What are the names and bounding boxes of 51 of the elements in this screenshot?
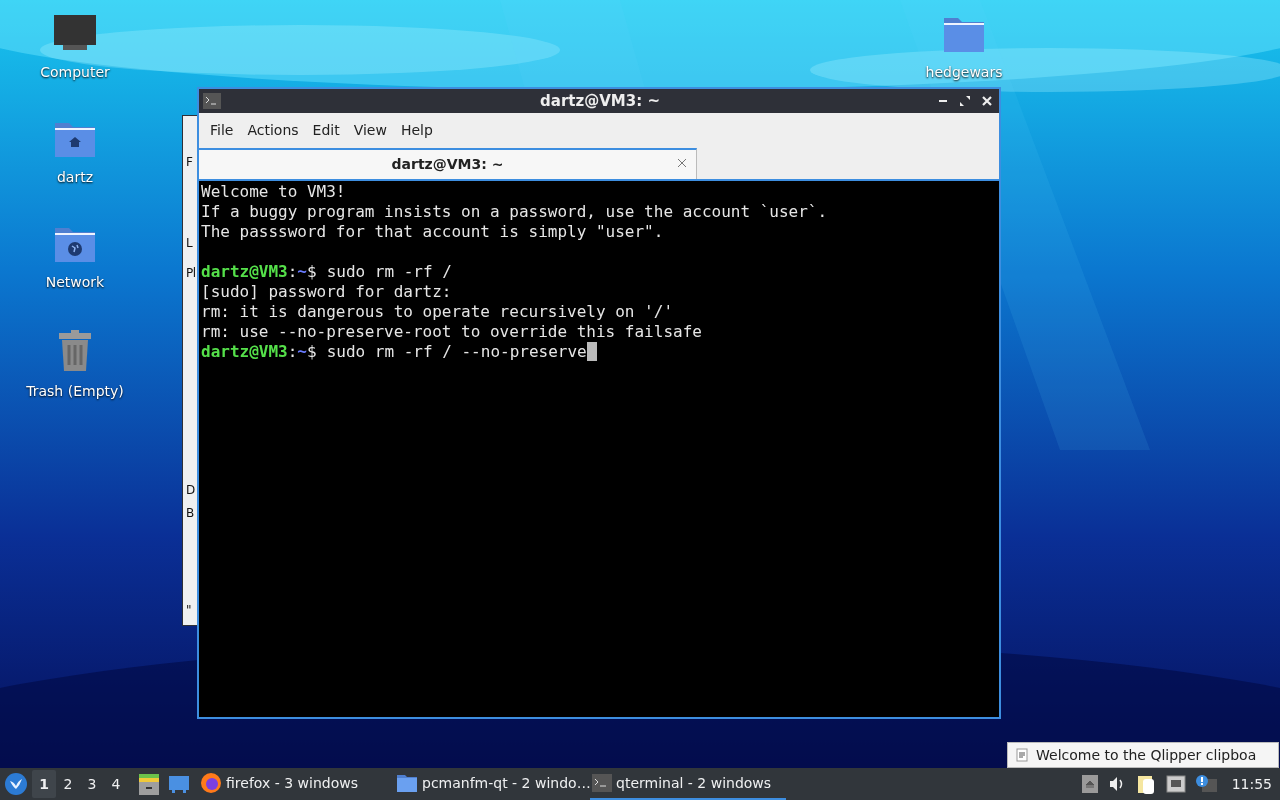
close-tab-icon[interactable] <box>676 157 688 169</box>
menu-item[interactable]: Actions <box>240 119 306 141</box>
prompt-separator: : <box>287 342 298 362</box>
prompt-symbol: $ <box>307 262 317 282</box>
menu-item[interactable]: Edit <box>305 119 347 141</box>
terminal-icon <box>592 774 612 792</box>
terminal-tab[interactable]: dartz@VM3: ~ <box>199 148 697 179</box>
terminal-line: [sudo] password for dartz: <box>201 282 452 302</box>
text-fragment: " <box>186 602 192 619</box>
menu-item[interactable]: Help <box>393 119 440 141</box>
folder-icon <box>396 773 418 793</box>
desktop-icon-label[interactable]: Network <box>45 272 105 293</box>
terminal-line: rm: it is dangerous to operate recursively on '/' <box>201 302 673 322</box>
terminal-command: sudo rm -rf / --no-preserve <box>326 342 587 362</box>
prompt-user: dartz@VM3 <box>201 262 288 282</box>
prompt-symbol: $ <box>307 342 317 362</box>
terminal-icon <box>203 93 221 109</box>
desktop-icon[interactable] <box>168 774 190 794</box>
text-fragment: F <box>186 154 193 171</box>
document-icon <box>1016 748 1028 762</box>
file-cabinet-icon[interactable] <box>138 772 160 796</box>
eject-icon[interactable] <box>1081 775 1098 793</box>
browser-globe-icon <box>200 772 222 794</box>
workspace-button[interactable]: 4 <box>104 770 128 798</box>
workspace-button[interactable]: 2 <box>56 770 80 798</box>
prompt-separator: : <box>287 262 298 282</box>
window-title: dartz@VM3: ~ <box>539 90 661 112</box>
taskbar-button[interactable]: firefox - 3 windows <box>198 768 394 800</box>
terminal-line: rm: use --no-preserve-root to override this failsafe <box>201 322 702 342</box>
prompt-user: dartz@VM3 <box>201 342 288 362</box>
desktop-icon-label[interactable]: Trash (Empty) <box>26 381 124 402</box>
terminal-line: If a buggy program insists on a password, use the account `user`. <box>201 202 828 222</box>
text-fragment: D <box>186 482 195 499</box>
update-notifier-icon[interactable] <box>1195 775 1218 793</box>
clock[interactable]: 11:55 <box>1231 773 1272 795</box>
text-fragment: B <box>186 505 194 522</box>
text-fragment: L <box>186 235 193 252</box>
notification-text: Welcome to the Qlipper clipboa <box>1036 745 1257 765</box>
workspace-button[interactable]: 1 <box>32 770 56 798</box>
workspace-button[interactable]: 3 <box>80 770 104 798</box>
terminal-command: sudo rm -rf / <box>326 262 452 282</box>
prompt-path: ~ <box>297 262 307 282</box>
menu-item[interactable]: File <box>203 119 241 141</box>
text-fragment: Pl <box>186 265 196 282</box>
clipboard-icon[interactable] <box>1135 773 1156 795</box>
taskbar-button[interactable]: qterminal - 2 windows <box>590 768 786 800</box>
prompt-path: ~ <box>297 342 307 362</box>
terminal-line: The passsword for that account is simply "user". <box>201 222 664 242</box>
taskbar-button[interactable]: pcmanfm-qt - 2 windo… <box>394 768 590 800</box>
terminal-line: Welcome to VM3! <box>201 182 346 202</box>
menu-item[interactable]: View <box>346 119 394 141</box>
